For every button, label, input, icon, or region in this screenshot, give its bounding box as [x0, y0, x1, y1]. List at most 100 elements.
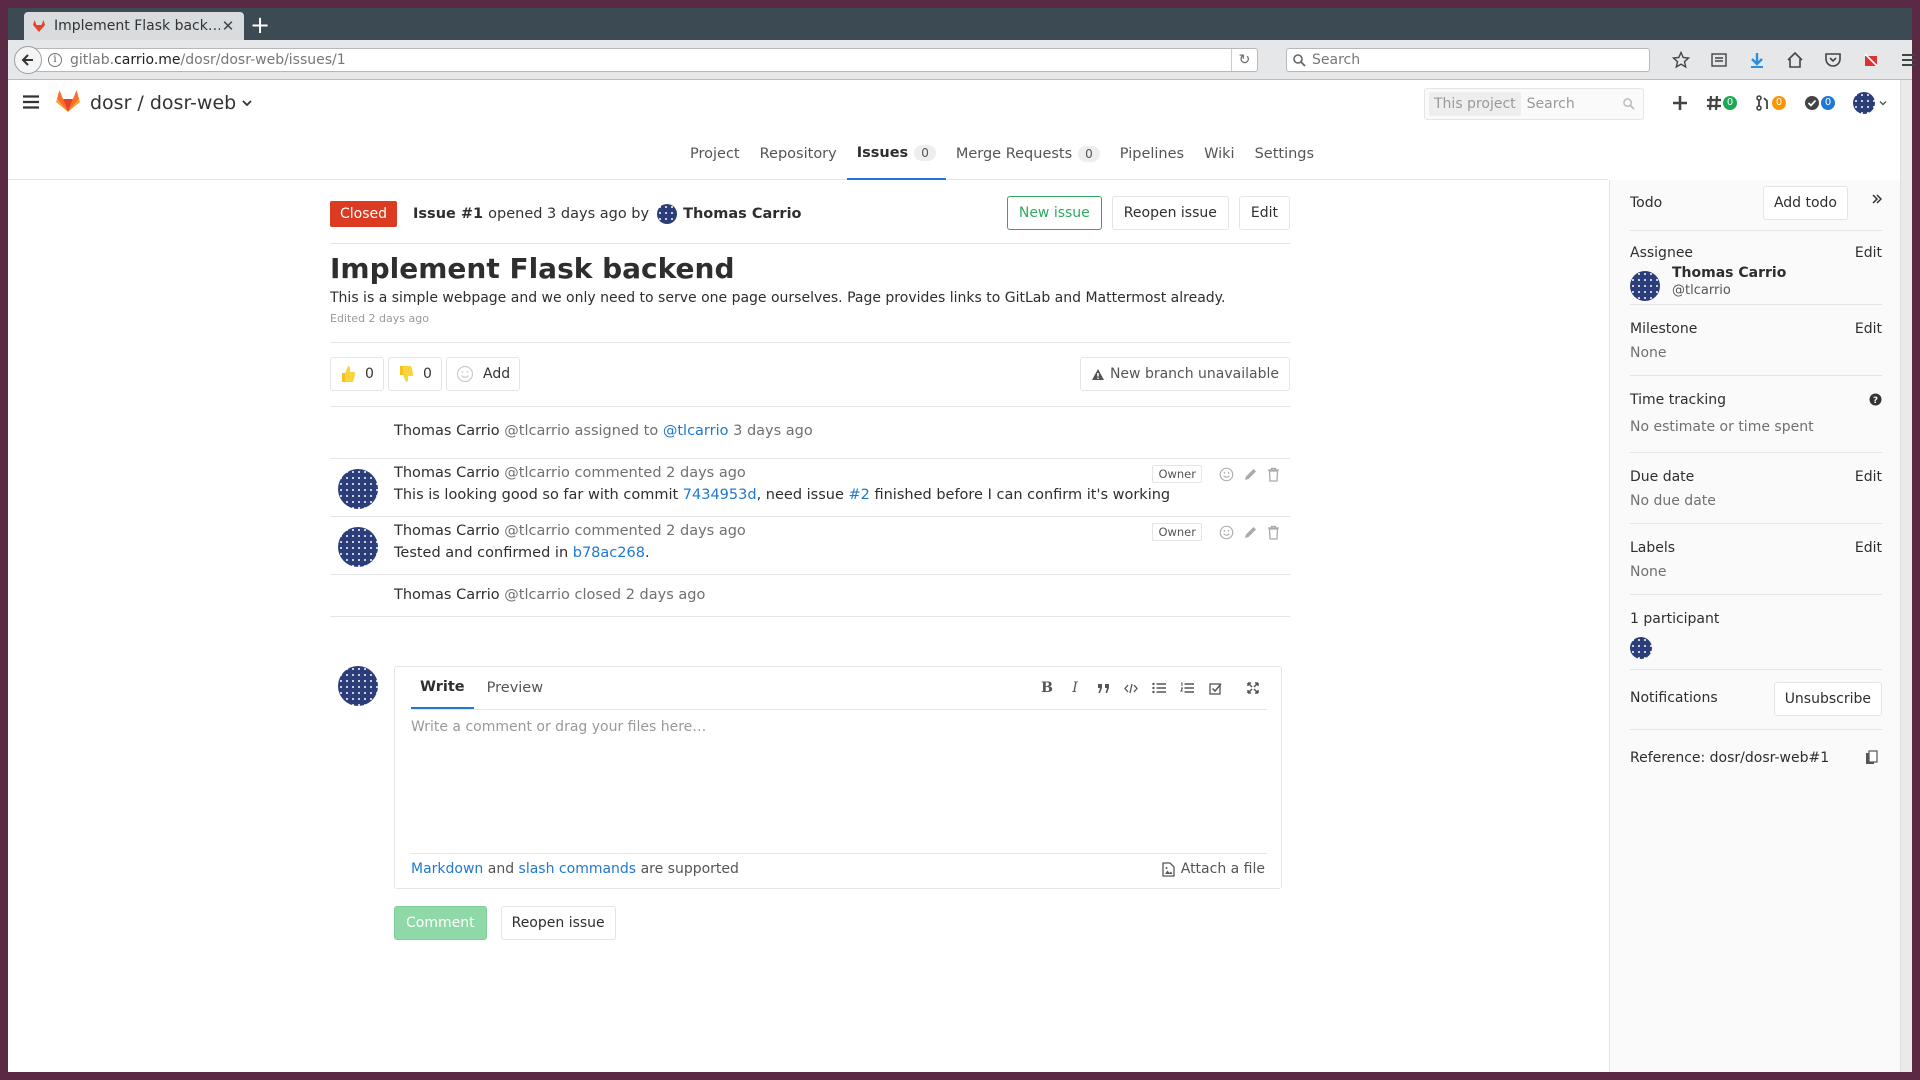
tab-issues[interactable]: Issues 0	[846, 128, 946, 180]
merge-request-icon[interactable]: 0	[1755, 95, 1786, 111]
gitlab-logo-icon[interactable]	[55, 88, 81, 114]
task-list-icon[interactable]	[1201, 677, 1229, 699]
edit-due-date-link[interactable]: Edit	[1855, 469, 1882, 485]
new-issue-button[interactable]: New issue	[1006, 196, 1102, 230]
hamburger-menu-icon[interactable]	[23, 95, 39, 109]
issue-author[interactable]: Thomas Carrio	[683, 206, 801, 222]
menu-icon[interactable]	[1890, 48, 1920, 72]
page-scrollbar[interactable]	[1900, 80, 1912, 1072]
project-path: dosr / dosr-web	[90, 92, 237, 114]
tab-write[interactable]: Write	[411, 667, 474, 709]
add-todo-button[interactable]: Add todo	[1762, 186, 1848, 220]
assignee-name[interactable]: Thomas Carrio	[1672, 265, 1786, 281]
url-bar[interactable]: i gitlab. carrio.me/dosr/dosr-web/issues/…	[36, 48, 1258, 72]
note-author[interactable]: Thomas Carrio	[394, 587, 500, 603]
note-username[interactable]: @tlcarrio	[504, 587, 570, 603]
thumbs-up-icon	[342, 366, 356, 382]
edit-milestone-link[interactable]: Edit	[1855, 321, 1882, 337]
avatar[interactable]	[1630, 637, 1652, 659]
download-icon[interactable]	[1738, 48, 1776, 72]
issues-icon[interactable]: 0	[1706, 95, 1737, 111]
project-search-input[interactable]: This project Search	[1424, 88, 1644, 120]
note-text: .	[644, 545, 650, 561]
tab-preview[interactable]: Preview	[478, 667, 552, 709]
note-username[interactable]: @tlcarrio	[504, 423, 570, 439]
note-username[interactable]: @tlcarrio	[504, 465, 570, 481]
new-tab-icon[interactable]: +	[248, 13, 272, 38]
issue-meta: Issue #1 opened 3 days ago by Thomas Car…	[413, 204, 802, 224]
quote-icon[interactable]	[1089, 677, 1117, 699]
markdown-link[interactable]: Markdown	[411, 861, 483, 877]
divider	[330, 406, 1290, 407]
edit-assignee-link[interactable]: Edit	[1855, 245, 1882, 261]
project-title[interactable]: dosr / dosr-web	[90, 92, 252, 114]
note-author[interactable]: Thomas Carrio	[394, 465, 500, 481]
tab-settings[interactable]: Settings	[1245, 128, 1324, 180]
bullet-list-icon[interactable]	[1145, 677, 1173, 699]
italic-icon[interactable]: I	[1061, 677, 1089, 699]
numbered-list-icon[interactable]	[1173, 677, 1201, 699]
clipboard-icon[interactable]	[1865, 750, 1878, 765]
close-icon[interactable]: ✕	[220, 17, 236, 35]
collapse-sidebar-icon[interactable]	[1872, 194, 1882, 204]
reopen-issue-button[interactable]: Reopen issue	[1111, 196, 1229, 230]
comment-textarea[interactable]: Write a comment or drag your files here…	[411, 719, 1267, 735]
plus-icon[interactable]	[1672, 95, 1688, 111]
tab-pipelines[interactable]: Pipelines	[1110, 128, 1194, 180]
comment-button[interactable]: Comment	[394, 906, 487, 940]
bookmark-star-icon[interactable]	[1662, 48, 1700, 72]
assignee-username[interactable]: @tlcarrio	[1672, 283, 1731, 298]
system-note: Thomas Carrio @tlcarrio closed 2 days ag…	[330, 584, 1290, 606]
tab-repository[interactable]: Repository	[750, 128, 847, 180]
trash-icon[interactable]	[1267, 467, 1280, 482]
help-icon[interactable]: ?	[1869, 393, 1882, 406]
edit-issue-button[interactable]: Edit	[1238, 196, 1290, 230]
smiley-icon[interactable]	[1219, 467, 1234, 482]
tab-merge-requests[interactable]: Merge Requests 0	[946, 128, 1110, 180]
todos-icon[interactable]: 0	[1804, 95, 1835, 111]
tab-project[interactable]: Project	[680, 128, 750, 180]
code-icon[interactable]	[1117, 677, 1145, 699]
add-reaction-button[interactable]: Add	[446, 357, 521, 391]
edit-labels-link[interactable]: Edit	[1855, 540, 1882, 556]
new-branch-button[interactable]: New branch unavailable	[1079, 357, 1290, 391]
user-mention-link[interactable]: @tlcarrio	[663, 423, 729, 439]
file-image-icon	[1162, 861, 1175, 877]
pencil-icon[interactable]	[1243, 525, 1258, 540]
user-menu[interactable]	[1853, 92, 1887, 114]
home-icon[interactable]	[1776, 48, 1814, 72]
reading-list-icon[interactable]	[1700, 48, 1738, 72]
note-author[interactable]: Thomas Carrio	[394, 423, 500, 439]
extension-icon[interactable]	[1852, 48, 1890, 72]
thumbs-up-button[interactable]: 0	[330, 357, 384, 391]
reload-icon[interactable]: ↻	[1231, 49, 1257, 71]
info-icon[interactable]: i	[48, 53, 62, 67]
note-header: Thomas Carrio @tlcarrio commented 2 days…	[394, 523, 746, 539]
browser-search-input[interactable]: Search	[1286, 48, 1650, 72]
fullscreen-icon[interactable]	[1239, 677, 1267, 699]
issue-ref-link[interactable]: #2	[849, 487, 870, 503]
back-button[interactable]	[14, 46, 42, 74]
attach-file-button[interactable]: Attach a file	[1162, 861, 1265, 877]
commit-link[interactable]: 7434953d	[683, 487, 757, 503]
trash-icon[interactable]	[1267, 525, 1280, 540]
commit-link[interactable]: b78ac268	[573, 545, 645, 561]
browser-tab[interactable]: Implement Flask back… ✕	[24, 12, 244, 40]
issue-number: Issue #1	[413, 206, 484, 222]
divider	[330, 616, 1290, 617]
thumbs-down-button[interactable]: 0	[388, 357, 442, 391]
slash-commands-link[interactable]: slash commands	[519, 861, 637, 877]
pocket-icon[interactable]	[1814, 48, 1852, 72]
unsubscribe-button[interactable]: Unsubscribe	[1773, 682, 1882, 716]
note-author[interactable]: Thomas Carrio	[394, 523, 500, 539]
smiley-icon[interactable]	[1219, 525, 1234, 540]
bold-icon[interactable]: B	[1033, 677, 1061, 699]
note-header: Thomas Carrio @tlcarrio commented 2 days…	[394, 465, 746, 481]
tab-wiki[interactable]: Wiki	[1194, 128, 1244, 180]
reference-text: Reference: dosr/dosr-web#1	[1630, 750, 1830, 766]
note-username[interactable]: @tlcarrio	[504, 523, 570, 539]
project-subnav: Project Repository Issues 0 Merge Request…	[8, 128, 1608, 180]
thumbs-down-count: 0	[423, 366, 432, 382]
reopen-issue-button[interactable]: Reopen issue	[500, 906, 616, 940]
pencil-icon[interactable]	[1243, 467, 1258, 482]
